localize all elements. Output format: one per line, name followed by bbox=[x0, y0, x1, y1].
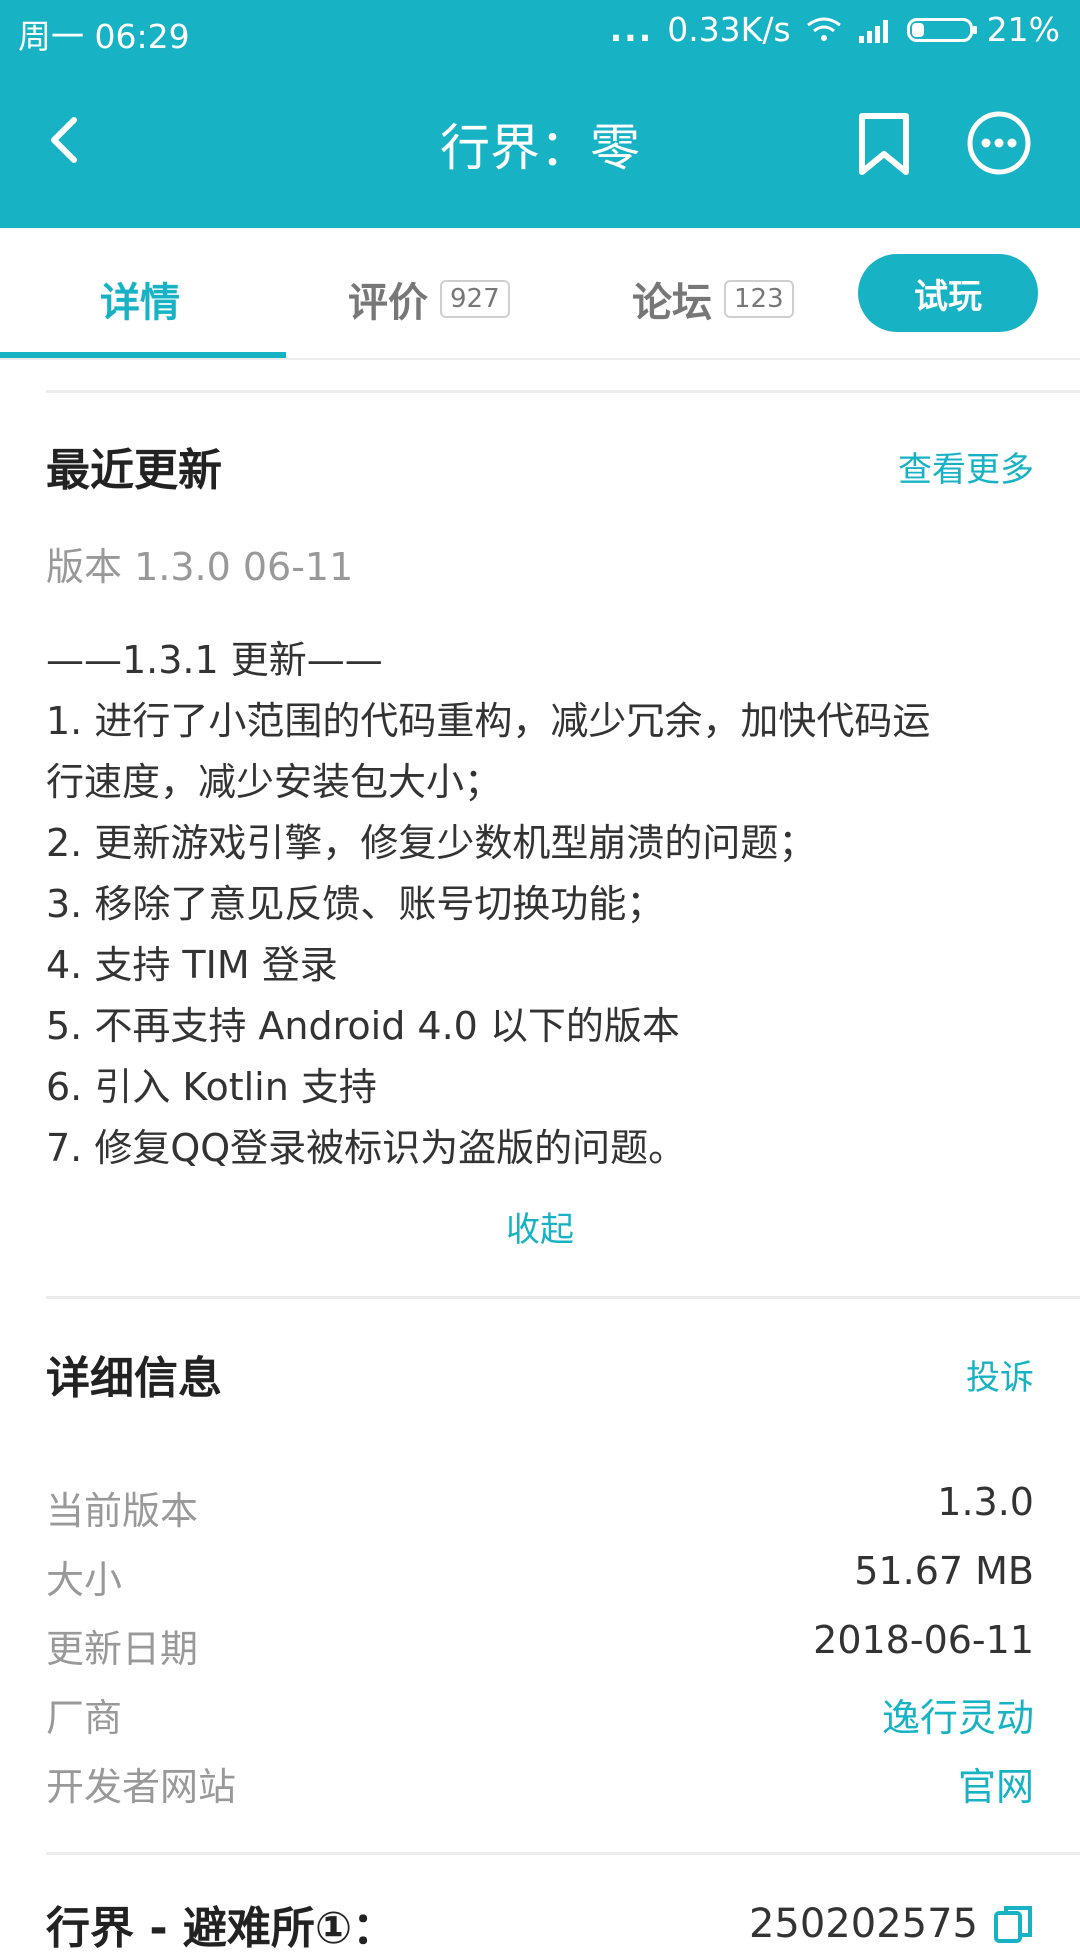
divider bbox=[46, 1852, 1080, 1855]
info-key: 大小 bbox=[46, 1558, 123, 1602]
page-title: 行界：零 bbox=[440, 119, 640, 177]
more-circle-icon[interactable] bbox=[966, 110, 1032, 176]
vendor-link[interactable]: 逸行灵动 bbox=[882, 1687, 1034, 1742]
battery-icon bbox=[906, 17, 977, 42]
active-tab-indicator bbox=[0, 352, 286, 358]
info-value: 51.67 MB bbox=[854, 1549, 1034, 1593]
info-key: 更新日期 bbox=[46, 1627, 199, 1671]
note-line: 4. 支持 TIM 登录 bbox=[46, 943, 338, 987]
tab-label: 评价 bbox=[348, 280, 428, 326]
info-value: 2018-06-11 bbox=[813, 1618, 1034, 1662]
app-bar: 行界：零 bbox=[0, 62, 1080, 228]
qq-group-row: 行界 - 避难所①： 250202575 bbox=[46, 1892, 1034, 1956]
official-site-link[interactable]: 官网 bbox=[958, 1756, 1034, 1811]
note-line: 7. 修复QQ登录被标识为盗版的问题。 bbox=[46, 1126, 687, 1170]
qq-group-label: 行界 - 避难所①： bbox=[46, 1903, 397, 1954]
status-time: 周一 06:29 bbox=[18, 17, 190, 56]
cell-signal-icon bbox=[858, 19, 888, 43]
copy-icon[interactable] bbox=[992, 1903, 1034, 1945]
status-indicators: ... 0.33K/s 21% bbox=[610, 10, 1060, 49]
info-row-version: 当前版本 1.3.0 bbox=[46, 1480, 1034, 1535]
net-speed: 0.33K/s bbox=[667, 10, 791, 49]
note-line: 行速度，减少安装包大小； bbox=[46, 760, 503, 804]
tab-label: 论坛 bbox=[632, 280, 712, 326]
details-title: 详细信息 bbox=[46, 1353, 222, 1404]
tab-label: 详情 bbox=[100, 280, 180, 326]
info-row-size: 大小 51.67 MB bbox=[46, 1549, 1034, 1604]
tab-detail[interactable]: 详情 bbox=[100, 270, 180, 328]
version-date: 版本 1.3.0 06-11 bbox=[46, 545, 354, 589]
note-line: ——1.3.1 更新—— bbox=[46, 638, 383, 682]
info-row-dev-site: 开发者网站 官网 bbox=[46, 1756, 1034, 1811]
collapse-link[interactable]: 收起 bbox=[0, 1202, 1080, 1251]
wifi-icon bbox=[806, 17, 841, 41]
update-notes: ——1.3.1 更新—— 1. 进行了小范围的代码重构，减少冗余，加快代码运 行… bbox=[46, 630, 1026, 1179]
note-line: 1. 进行了小范围的代码重构，减少冗余，加快代码运 bbox=[46, 699, 931, 743]
note-line: 2. 更新游戏引擎，修复少数机型崩溃的问题； bbox=[46, 821, 817, 865]
tab-forum[interactable]: 论坛 123 bbox=[632, 270, 794, 328]
info-value: 1.3.0 bbox=[937, 1480, 1034, 1524]
info-key: 当前版本 bbox=[46, 1489, 199, 1533]
divider bbox=[46, 1296, 1080, 1299]
forum-count-badge: 123 bbox=[724, 280, 794, 318]
info-key: 厂商 bbox=[46, 1696, 123, 1740]
status-bar: 周一 06:29 ... 0.33K/s 21% bbox=[0, 0, 1080, 62]
bookmark-icon[interactable] bbox=[856, 112, 912, 176]
divider bbox=[46, 390, 1080, 393]
info-row-vendor: 厂商 逸行灵动 bbox=[46, 1687, 1034, 1742]
qq-group-number-wrap: 250202575 bbox=[749, 1892, 1034, 1956]
try-play-button[interactable]: 试玩 bbox=[858, 254, 1038, 332]
report-link[interactable]: 投诉 bbox=[966, 1350, 1034, 1399]
recent-update-title: 最近更新 bbox=[46, 445, 222, 496]
info-row-update-date: 更新日期 2018-06-11 bbox=[46, 1618, 1034, 1673]
note-line: 6. 引入 Kotlin 支持 bbox=[46, 1065, 377, 1109]
note-line: 3. 移除了意见反馈、账号切换功能； bbox=[46, 882, 665, 926]
signal-dots: ... bbox=[609, 10, 654, 49]
qq-group-number: 250202575 bbox=[748, 1901, 978, 1947]
view-more-link[interactable]: 查看更多 bbox=[898, 442, 1034, 491]
info-key: 开发者网站 bbox=[46, 1765, 237, 1809]
review-count-badge: 927 bbox=[440, 280, 510, 318]
tab-review[interactable]: 评价 927 bbox=[348, 270, 510, 328]
battery-percent: 21% bbox=[986, 10, 1060, 49]
note-line: 5. 不再支持 Android 4.0 以下的版本 bbox=[46, 1004, 680, 1048]
